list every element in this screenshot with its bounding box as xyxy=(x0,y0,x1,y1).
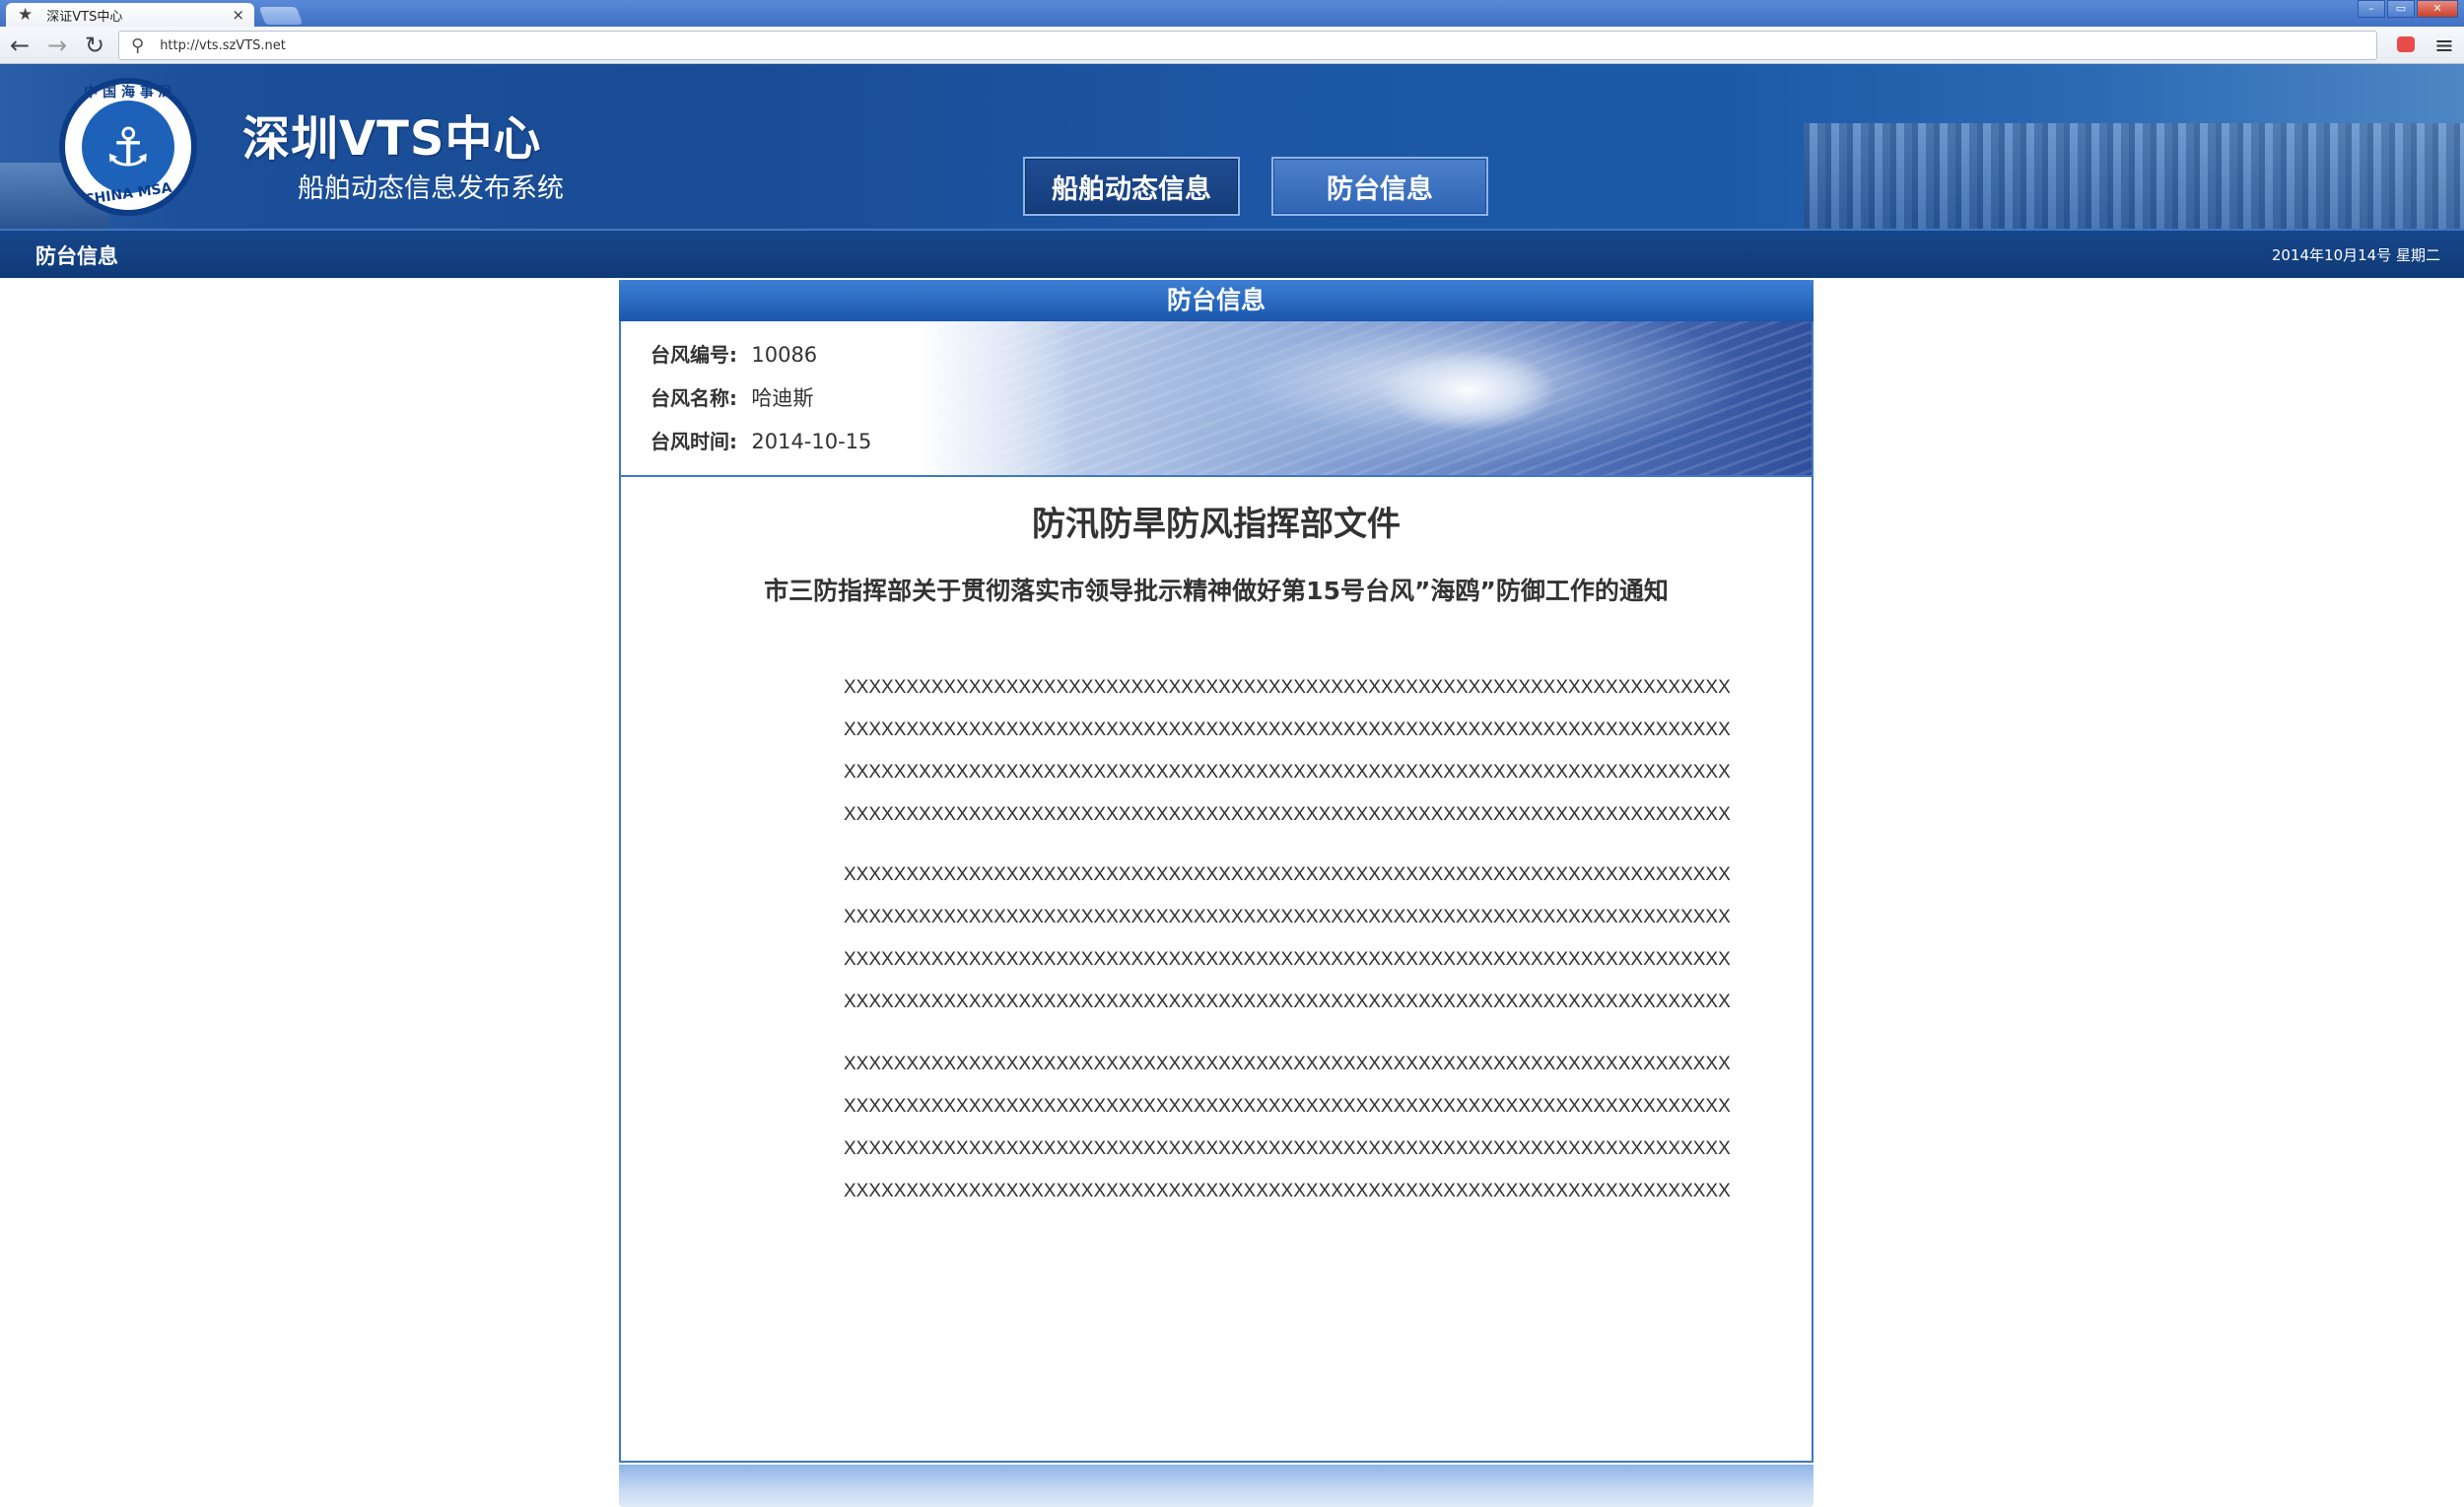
typhoon-info-area: 台风编号: 10086 台风名称: 哈迪斯 台风时间: 2014-10-15 xyxy=(621,321,1812,477)
current-date: 2014年10月14号 星期二 xyxy=(2271,246,2440,264)
extension-icon[interactable] xyxy=(2397,36,2415,52)
paragraph-line: XXXXXXXXXXXXXXXXXXXXXXXXXXXXXXXXXXXXXXXX… xyxy=(844,1138,1731,1159)
info-row-number: 台风编号: 10086 xyxy=(650,343,818,367)
paragraph-line: XXXXXXXXXXXXXXXXXXXXXXXXXXXXXXXXXXXXXXXX… xyxy=(844,992,1731,1012)
window-controls: – ▭ ✕ xyxy=(2356,0,2458,18)
info-key: 台风名称 xyxy=(650,386,729,410)
nav-ship-dynamics-button[interactable]: 船舶动态信息 xyxy=(1023,157,1240,216)
paragraph-line: XXXXXXXXXXXXXXXXXXXXXXXXXXXXXXXXXXXXXXXX… xyxy=(844,1096,1731,1117)
section-bar: 防台信息 2014年10月14号 星期二 xyxy=(0,229,2464,278)
restore-button[interactable]: ▭ xyxy=(2387,0,2415,18)
document-paragraph: XXXXXXXXXXXXXXXXXXXXXXXXXXXXXXXXXXXXXXXX… xyxy=(844,1043,1731,1212)
typhoon-info-panel: 防台信息 台风编号: 10086 台风名称: 哈迪斯 台风时间: 2014-10… xyxy=(619,280,1814,1463)
paragraph-line: XXXXXXXXXXXXXXXXXXXXXXXXXXXXXXXXXXXXXXXX… xyxy=(844,719,1731,740)
browser-tab[interactable]: ★ 深证VTS中心 × xyxy=(6,3,254,27)
paragraph-line: XXXXXXXXXXXXXXXXXXXXXXXXXXXXXXXXXXXXXXXX… xyxy=(844,1181,1731,1201)
document-paragraph: XXXXXXXXXXXXXXXXXXXXXXXXXXXXXXXXXXXXXXXX… xyxy=(844,666,1731,836)
arrow-right-icon[interactable]: → xyxy=(47,33,67,58)
paragraph-line: XXXXXXXXXXXXXXXXXXXXXXXXXXXXXXXXXXXXXXXX… xyxy=(844,762,1731,783)
tab-title: 深证VTS中心 xyxy=(46,9,123,25)
reload-icon[interactable]: ↻ xyxy=(85,33,104,58)
panel-title: 防台信息 xyxy=(619,280,1814,321)
info-value: 2014-10-15 xyxy=(751,430,872,453)
arrow-left-icon[interactable]: ← xyxy=(10,33,30,58)
nav-typhoon-info-button[interactable]: 防台信息 xyxy=(1271,157,1488,216)
browser-toolbar: ← → ↻ ⚲ http://vts.szVTS.net ≡ xyxy=(0,27,2464,64)
site-header: 中 国 海 事 局 ⚓ CHINA MSA 深圳VTS中心 船舶动态信息发布系统… xyxy=(0,64,2464,229)
header-skyline-right xyxy=(1804,123,2464,229)
paragraph-line: XXXXXXXXXXXXXXXXXXXXXXXXXXXXXXXXXXXXXXXX… xyxy=(844,804,1731,825)
new-tab-button[interactable] xyxy=(258,7,304,25)
url-text: http://vts.szVTS.net xyxy=(160,37,286,53)
info-row-name: 台风名称: 哈迪斯 xyxy=(650,386,814,410)
china-msa-logo: 中 国 海 事 局 ⚓ CHINA MSA xyxy=(59,78,197,216)
typhoon-satellite-image xyxy=(917,321,1812,475)
hamburger-menu-icon[interactable]: ≡ xyxy=(2434,33,2454,58)
info-value: 10086 xyxy=(751,343,818,367)
address-bar[interactable]: ⚲ http://vts.szVTS.net xyxy=(118,31,2377,60)
document-subtitle: 市三防指挥部关于贯彻落实市领导批示精神做好第15号台风”海鸥”防御工作的通知 xyxy=(764,577,1669,605)
close-tab-icon[interactable]: × xyxy=(232,6,244,24)
paragraph-line: XXXXXXXXXXXXXXXXXXXXXXXXXXXXXXXXXXXXXXXX… xyxy=(844,677,1731,698)
info-key: 台风编号 xyxy=(650,343,729,367)
paragraph-line: XXXXXXXXXXXXXXXXXXXXXXXXXXXXXXXXXXXXXXXX… xyxy=(844,907,1731,927)
document-title: 防汛防旱防风指挥部文件 xyxy=(1032,505,1401,544)
info-value: 哈迪斯 xyxy=(751,386,814,410)
current-section-label: 防台信息 xyxy=(35,244,118,268)
site-subtitle: 船舶动态信息发布系统 xyxy=(298,173,564,204)
minimize-button[interactable]: – xyxy=(2358,0,2385,18)
site-title: 深圳VTS中心 xyxy=(242,111,542,167)
star-icon: ★ xyxy=(18,5,34,25)
document-paragraph: XXXXXXXXXXXXXXXXXXXXXXXXXXXXXXXXXXXXXXXX… xyxy=(844,854,1731,1023)
browser-tabbar: ★ 深证VTS中心 × – ▭ ✕ xyxy=(0,0,2464,27)
close-window-button[interactable]: ✕ xyxy=(2417,0,2458,18)
paragraph-line: XXXXXXXXXXXXXXXXXXXXXXXXXXXXXXXXXXXXXXXX… xyxy=(844,1054,1731,1074)
panel-footer xyxy=(619,1465,1814,1507)
paragraph-line: XXXXXXXXXXXXXXXXXXXXXXXXXXXXXXXXXXXXXXXX… xyxy=(844,949,1731,970)
info-key: 台风时间 xyxy=(650,430,729,453)
paragraph-line: XXXXXXXXXXXXXXXXXXXXXXXXXXXXXXXXXXXXXXXX… xyxy=(844,864,1731,885)
search-icon: ⚲ xyxy=(131,34,145,56)
info-row-time: 台风时间: 2014-10-15 xyxy=(650,430,872,453)
